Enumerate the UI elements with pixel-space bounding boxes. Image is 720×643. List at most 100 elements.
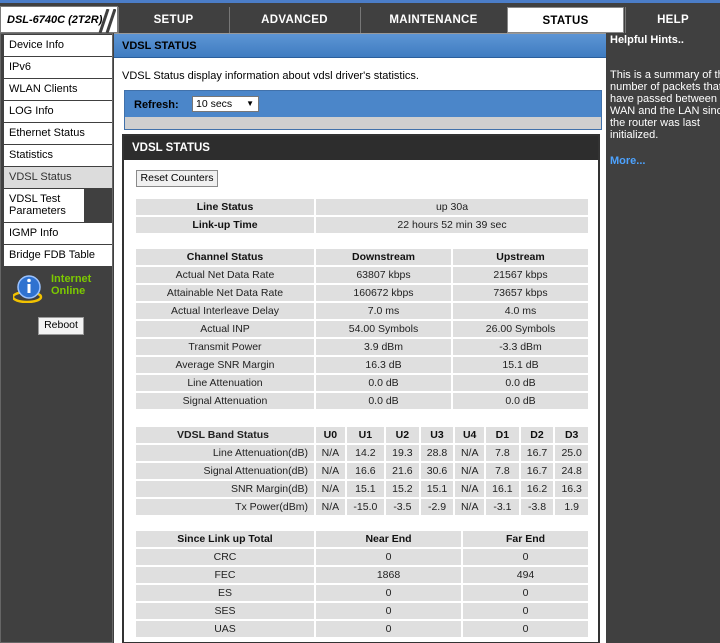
brand-model: DSL-6740C: [7, 14, 66, 26]
row-label: Line Attenuation(dB): [136, 445, 314, 461]
table-cell: N/A: [455, 445, 485, 461]
tab-advanced[interactable]: ADVANCED: [229, 7, 359, 33]
table-row: Attainable Net Data Rate 160672 kbps 73657…: [136, 285, 588, 301]
table-cell: 160672 kbps: [316, 285, 451, 301]
top-header: DSL-6740C (2T2R) SETUP ADVANCED MAINTENA…: [0, 0, 720, 33]
internet-status-label: Internet Online: [51, 273, 92, 297]
row-label: Attainable Net Data Rate: [136, 285, 314, 301]
table-cell: -15.0: [346, 499, 385, 515]
reset-counters-button[interactable]: Reset Counters: [136, 170, 218, 187]
table-cell: 0: [316, 585, 461, 601]
refresh-select[interactable]: 10 secs ▼: [192, 96, 259, 112]
sidebar-item-wlan-clients[interactable]: WLAN Clients: [4, 79, 112, 101]
table-cell: N/A: [316, 445, 345, 461]
table-cell: 25.0: [555, 445, 588, 461]
reboot-button[interactable]: Reboot: [38, 317, 84, 335]
row-label: Tx Power(dBm): [136, 499, 314, 515]
tab-maintenance[interactable]: MAINTENANCE: [360, 7, 506, 33]
line-status-table: Line Status up 30a Link-up Time 22 hours…: [134, 197, 590, 235]
table-cell: 30.6: [420, 463, 454, 479]
table-header-row: Since Link up Total Near End Far End: [136, 531, 588, 547]
table-cell: 16.6: [346, 463, 385, 479]
brand-logo: DSL-6740C (2T2R): [0, 6, 118, 33]
table-cell: 26.00 Symbols: [453, 321, 588, 337]
column-header: U1: [346, 427, 385, 443]
table-cell: -2.9: [420, 499, 454, 515]
column-header: VDSL Band Status: [136, 427, 314, 443]
table-cell: 0: [463, 585, 588, 601]
row-label: Actual Net Data Rate: [136, 267, 314, 283]
table-row: Transmit Power 3.9 dBm -3.3 dBm: [136, 339, 588, 355]
row-label: CRC: [136, 549, 314, 565]
row-label: Signal Attenuation: [136, 393, 314, 409]
table-row: ES 0 0: [136, 585, 588, 601]
sidebar-item-vdsl-test-parameters[interactable]: VDSL Test Parameters: [4, 189, 84, 223]
table-cell: N/A: [316, 481, 345, 497]
link-up-time-value: 22 hours 52 min 39 sec: [316, 217, 588, 233]
table-cell: 15.1: [346, 481, 385, 497]
table-cell: N/A: [455, 499, 485, 515]
chevron-down-icon: ▼: [246, 99, 254, 108]
table-cell: 63807 kbps: [316, 267, 451, 283]
column-header: Near End: [316, 531, 461, 547]
sidebar: Device Info IPv6 WLAN Clients LOG Info E…: [0, 33, 113, 643]
table-cell: 0: [316, 621, 461, 637]
since-link-up-table: Since Link up Total Near End Far End CRC 0 0 F…: [134, 529, 590, 639]
sidebar-item-igmp-info[interactable]: IGMP Info: [4, 223, 112, 245]
sidebar-item-bridge-fdb-table[interactable]: Bridge FDB Table: [4, 245, 112, 267]
column-header: U0: [316, 427, 345, 443]
vdsl-status-box: VDSL STATUS Reset Counters Line Status u…: [122, 134, 600, 643]
table-row: Tx Power(dBm) N/A -15.0 -3.5 -2.9 N/A -3.1 -3.8…: [136, 499, 588, 515]
table-cell: 0: [463, 549, 588, 565]
table-row: Actual Interleave Delay 7.0 ms 4.0 ms: [136, 303, 588, 319]
tab-status[interactable]: STATUS: [507, 7, 624, 33]
refresh-bar: Refresh: 10 secs ▼: [124, 90, 602, 130]
row-label: Actual Interleave Delay: [136, 303, 314, 319]
column-header: Channel Status: [136, 249, 314, 265]
hints-more-link[interactable]: More...: [610, 155, 645, 167]
table-cell: 0.0 dB: [453, 393, 588, 409]
sidebar-item-ethernet-status[interactable]: Ethernet Status: [4, 123, 112, 145]
vdsl-status-box-header: VDSL STATUS: [124, 136, 598, 160]
table-row: Link-up Time 22 hours 52 min 39 sec: [136, 217, 588, 233]
table-cell: 24.8: [555, 463, 588, 479]
table-row: Signal Attenuation(dB) N/A 16.6 21.6 30.6 N/A…: [136, 463, 588, 479]
table-cell: 16.3: [555, 481, 588, 497]
sidebar-item-statistics[interactable]: Statistics: [4, 145, 112, 167]
sidebar-item-log-info[interactable]: LOG Info: [4, 101, 112, 123]
table-row: Line Status up 30a: [136, 199, 588, 215]
column-header: U2: [386, 427, 419, 443]
column-header: D1: [486, 427, 519, 443]
table-cell: 15.1: [420, 481, 454, 497]
table-row: SNR Margin(dB) N/A 15.1 15.2 15.1 N/A 16.1 16.2…: [136, 481, 588, 497]
table-cell: 16.1: [486, 481, 519, 497]
vdsl-status-box-title: VDSL STATUS: [132, 142, 210, 154]
main-panel: VDSL STATUS VDSL Status display informat…: [114, 33, 606, 643]
table-cell: 15.1 dB: [453, 357, 588, 373]
tab-setup[interactable]: SETUP: [118, 7, 228, 33]
column-header: D3: [555, 427, 588, 443]
column-header: Since Link up Total: [136, 531, 314, 547]
hints-body: This is a summary of the number of packe…: [610, 69, 720, 141]
refresh-bar-strip: [125, 117, 601, 129]
table-cell: -3.1: [486, 499, 519, 515]
table-cell: 16.7: [520, 463, 554, 479]
sidebar-item-vdsl-status[interactable]: VDSL Status: [4, 167, 112, 189]
row-label: Average SNR Margin: [136, 357, 314, 373]
table-cell: 16.2: [520, 481, 554, 497]
table-cell: N/A: [455, 463, 485, 479]
table-row: Average SNR Margin 16.3 dB 15.1 dB: [136, 357, 588, 373]
table-cell: 16.7: [520, 445, 554, 461]
row-label: Actual INP: [136, 321, 314, 337]
table-cell: 0: [463, 621, 588, 637]
table-cell: 7.8: [486, 463, 519, 479]
row-label: SES: [136, 603, 314, 619]
table-cell: 14.2: [346, 445, 385, 461]
tab-help[interactable]: HELP: [625, 7, 720, 33]
sidebar-item-ipv6[interactable]: IPv6: [4, 57, 112, 79]
row-label: Line Attenuation: [136, 375, 314, 391]
table-cell: 4.0 ms: [453, 303, 588, 319]
helpful-hints-panel: Helpful Hints.. This is a summary of the…: [607, 33, 720, 643]
sidebar-item-device-info[interactable]: Device Info: [4, 35, 112, 57]
column-header: Upstream: [453, 249, 588, 265]
